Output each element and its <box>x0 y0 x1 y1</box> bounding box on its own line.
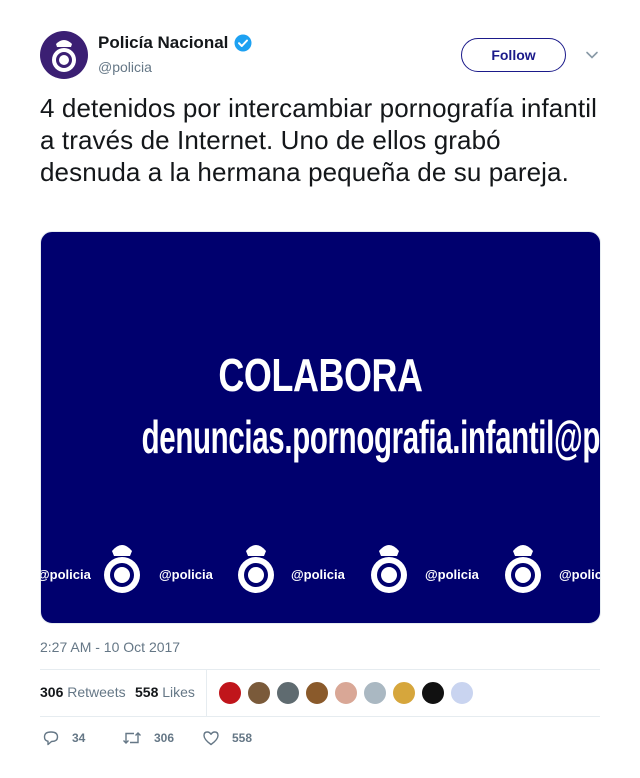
retweets-label: Retweets <box>67 684 126 700</box>
media-email: denuncias.pornografia.infantil@policia.e… <box>141 411 601 463</box>
retweets-count: 306 <box>40 684 64 700</box>
liker-avatar[interactable] <box>421 681 445 705</box>
liker-avatar[interactable] <box>392 681 416 705</box>
retweet-icon <box>123 732 141 744</box>
liker-avatar[interactable] <box>363 681 387 705</box>
liker-avatar[interactable] <box>305 681 329 705</box>
media-headline: COLABORA <box>218 349 423 401</box>
tweet-media-image[interactable]: COLABORA denuncias.pornografia.infantil@… <box>40 231 601 624</box>
strip-handle: @policia <box>40 567 91 582</box>
like-button[interactable]: 558 <box>202 729 252 747</box>
verified-badge-icon <box>234 34 252 52</box>
tweet: Policía Nacional @policia Follow 4 deten… <box>40 31 601 746</box>
likes-label: Likes <box>162 684 195 700</box>
strip-handle: @policia <box>159 567 213 582</box>
stats-divider <box>206 670 207 717</box>
likes-count: 558 <box>135 684 159 700</box>
liker-avatar[interactable] <box>334 681 358 705</box>
reply-count: 34 <box>72 731 86 745</box>
user-handle[interactable]: @policia <box>98 59 252 75</box>
follow-button[interactable]: Follow <box>461 38 566 72</box>
reply-button[interactable]: 34 <box>42 729 85 747</box>
tweet-actions: 34 306 558 <box>40 729 600 749</box>
heart-icon <box>203 731 219 746</box>
tweet-text: 4 detenidos por intercambiar pornografía… <box>40 93 598 187</box>
strip-handle: @policia <box>559 567 601 582</box>
strip-handle: @policia <box>425 567 479 582</box>
logo-strip: @policia @policia @policia @policia @pol… <box>41 537 600 597</box>
tweet-header: Policía Nacional @policia Follow <box>40 31 600 81</box>
retweets-stat[interactable]: 306 Retweets <box>40 684 126 700</box>
police-crest-icon <box>52 40 76 72</box>
strip-handle: @policia <box>291 567 345 582</box>
police-crest-icon <box>505 545 541 593</box>
liker-avatar[interactable] <box>276 681 300 705</box>
liker-avatar[interactable] <box>450 681 474 705</box>
police-crest-icon <box>238 545 274 593</box>
retweet-count: 306 <box>154 731 175 745</box>
display-name[interactable]: Policía Nacional <box>98 33 228 53</box>
likes-stat[interactable]: 558 Likes <box>135 684 195 700</box>
user-info: Policía Nacional @policia <box>98 33 252 75</box>
liker-avatar[interactable] <box>218 681 242 705</box>
liker-avatar[interactable] <box>247 681 271 705</box>
police-crest-icon <box>371 545 407 593</box>
tweet-stats: 306 Retweets 558 Likes <box>40 669 600 717</box>
retweet-button[interactable]: 306 <box>122 729 174 747</box>
like-count: 558 <box>232 731 253 745</box>
police-crest-icon <box>104 545 140 593</box>
avatar[interactable] <box>40 31 88 79</box>
tweet-timestamp[interactable]: 2:27 AM - 10 Oct 2017 <box>40 639 180 655</box>
reply-icon <box>43 731 59 746</box>
chevron-down-icon[interactable] <box>584 47 600 63</box>
